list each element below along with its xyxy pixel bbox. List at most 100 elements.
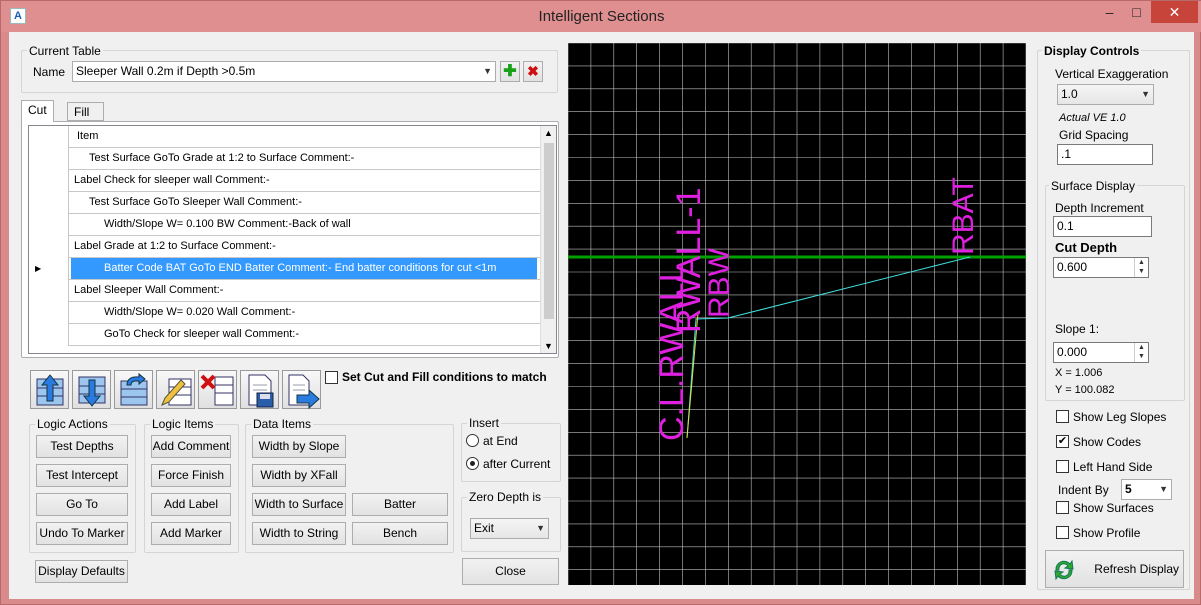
chevron-down-icon[interactable]: ▼ <box>544 341 553 351</box>
row-header[interactable] <box>29 214 69 236</box>
show-leg-slopes-checkbox[interactable] <box>1056 410 1069 423</box>
insert-row-icon <box>120 372 148 406</box>
row-header[interactable]: ▶ <box>29 258 69 280</box>
slope-value: 0.000 <box>1057 345 1088 359</box>
depth-increment-input[interactable]: 0.1 <box>1053 216 1152 237</box>
show-codes-label: Show Codes <box>1073 435 1142 449</box>
slope-spinner[interactable]: ▲ ▼ <box>1134 343 1148 362</box>
export-button[interactable] <box>282 370 321 410</box>
scrollbar-thumb[interactable] <box>544 143 554 319</box>
grid-spacing-label: Grid Spacing <box>1059 128 1129 142</box>
force-finish-button[interactable]: Force Finish <box>151 464 231 487</box>
move-down-button[interactable] <box>72 370 111 409</box>
chevron-down-icon: ▼ <box>1141 89 1150 99</box>
app-window: A Intelligent Sections – □ ✕ Current Tab… <box>0 0 1201 605</box>
row-header[interactable] <box>29 324 69 346</box>
x-icon: ✖ <box>527 63 539 79</box>
chevron-down-icon: ▼ <box>1159 484 1168 494</box>
chevron-down-icon: ▼ <box>536 523 545 533</box>
go-to-button[interactable]: Go To <box>36 493 128 516</box>
slope-input[interactable]: 0.000 ▲ ▼ <box>1053 342 1149 363</box>
set-match-checkbox[interactable] <box>325 371 338 384</box>
undo-to-marker-button[interactable]: Undo To Marker <box>36 522 128 545</box>
logic-table[interactable]: Item Test Surface GoTo Grade at 1:2 to S… <box>28 125 557 354</box>
width-by-slope-button[interactable]: Width by Slope <box>252 435 346 458</box>
table-row[interactable]: Test Surface GoTo Grade at 1:2 to Surfac… <box>29 148 546 170</box>
width-by-xfall-button[interactable]: Width by XFall <box>252 464 346 487</box>
bench-button[interactable]: Bench <box>352 522 448 545</box>
row-header[interactable] <box>29 148 69 170</box>
delete-row-button[interactable] <box>198 370 237 409</box>
row-header[interactable] <box>29 302 69 324</box>
data-items-label: Data Items <box>251 417 314 431</box>
window-title: Intelligent Sections <box>538 8 665 25</box>
add-comment-button[interactable]: Add Comment <box>151 435 231 458</box>
code-label: RBAT <box>947 177 980 255</box>
save-button[interactable] <box>240 370 279 409</box>
zero-depth-label: Zero Depth is <box>467 490 544 504</box>
table-row[interactable]: Label Check for sleeper wall Comment:- <box>29 170 546 192</box>
table-row[interactable]: Label Grade at 1:2 to Surface Comment:- <box>29 236 546 258</box>
section-view[interactable]: C.L.RWALL RWALL-1 RBW RBAT <box>567 42 1027 585</box>
add-label-button[interactable]: Add Label <box>151 493 231 516</box>
table-scrollbar[interactable]: ▲ ▼ <box>540 126 556 353</box>
row-header[interactable] <box>29 280 69 302</box>
show-surfaces-label: Show Surfaces <box>1073 501 1154 515</box>
edit-row-button[interactable] <box>156 370 195 409</box>
width-to-surface-button[interactable]: Width to Surface <box>252 493 346 516</box>
display-defaults-button[interactable]: Display Defaults <box>35 560 128 583</box>
tab-fill[interactable]: Fill <box>67 102 104 121</box>
refresh-display-button[interactable]: Refresh Display <box>1045 550 1184 588</box>
row-header[interactable] <box>29 170 69 192</box>
show-surfaces-checkbox[interactable] <box>1056 501 1069 514</box>
show-codes-checkbox[interactable]: ✔ <box>1056 435 1069 448</box>
table-row[interactable]: ▶ Batter Code BAT GoTo END Batter Comment… <box>29 258 546 280</box>
width-to-string-button[interactable]: Width to String <box>252 522 346 545</box>
tab-cut[interactable]: Cut <box>21 100 54 122</box>
row-text: GoTo Check for sleeper wall Comment:- <box>104 328 300 340</box>
move-up-button[interactable] <box>30 370 69 409</box>
close-button[interactable]: Close <box>462 558 559 585</box>
show-profile-checkbox[interactable] <box>1056 526 1069 539</box>
row-text: Test Surface GoTo Grade at 1:2 to Surfac… <box>89 152 355 164</box>
row-header[interactable] <box>29 236 69 258</box>
zero-depth-select[interactable]: Exit ▼ <box>470 518 549 539</box>
delete-table-button[interactable]: ✖ <box>523 61 543 82</box>
indent-by-select[interactable]: 5 ▼ <box>1121 479 1172 500</box>
batter-button[interactable]: Batter <box>352 493 448 516</box>
table-name-value: Sleeper Wall 0.2m if Depth >0.5m <box>76 64 256 78</box>
add-marker-button[interactable]: Add Marker <box>151 522 231 545</box>
table-row[interactable]: GoTo Check for sleeper wall Comment:- <box>29 324 546 346</box>
grid-spacing-input[interactable]: .1 <box>1057 144 1153 165</box>
chevron-down-icon: ▼ <box>483 66 492 76</box>
logic-actions-label: Logic Actions <box>35 417 110 431</box>
table-row[interactable]: Test Surface GoTo Sleeper Wall Comment:- <box>29 192 546 214</box>
at-end-label: at End <box>483 434 518 448</box>
chevron-up-icon[interactable]: ▲ <box>544 128 553 138</box>
minimize-button[interactable]: – <box>1096 1 1123 23</box>
table-row[interactable]: Width/Slope W= 0.100 BW Comment:-Back of… <box>29 214 546 236</box>
at-end-radio[interactable] <box>466 434 479 447</box>
close-window-button[interactable]: ✕ <box>1151 1 1198 23</box>
after-current-radio[interactable] <box>466 457 479 470</box>
row-text: Label Grade at 1:2 to Surface Comment:- <box>74 240 276 252</box>
insert-row-button[interactable] <box>114 370 153 409</box>
left-hand-side-checkbox[interactable] <box>1056 460 1069 473</box>
table-row[interactable]: Width/Slope W= 0.020 Wall Comment:- <box>29 302 546 324</box>
title-bar[interactable]: A Intelligent Sections – □ ✕ <box>1 1 1201 32</box>
table-row[interactable]: Label Sleeper Wall Comment:- <box>29 280 546 302</box>
slope-label: Slope 1: <box>1055 322 1100 336</box>
item-column-header: Item <box>77 130 99 142</box>
table-name-select[interactable]: Sleeper Wall 0.2m if Depth >0.5m ▼ <box>72 61 496 82</box>
row-header[interactable] <box>29 192 69 214</box>
cut-depth-spinner[interactable]: ▲ ▼ <box>1134 258 1148 277</box>
maximize-button[interactable]: □ <box>1123 1 1150 23</box>
test-depths-button[interactable]: Test Depths <box>36 435 128 458</box>
ve-select[interactable]: 1.0 ▼ <box>1057 84 1154 105</box>
test-intercept-button[interactable]: Test Intercept <box>36 464 128 487</box>
refresh-display-label: Refresh Display <box>1094 562 1179 576</box>
section-drawing[interactable]: C.L.RWALLRWALL-1RBWRBAT <box>567 42 1027 585</box>
surface-display-label: Surface Display <box>1049 179 1138 193</box>
add-table-button[interactable]: ✚ <box>500 61 520 82</box>
cut-depth-input[interactable]: 0.600 ▲ ▼ <box>1053 257 1149 278</box>
